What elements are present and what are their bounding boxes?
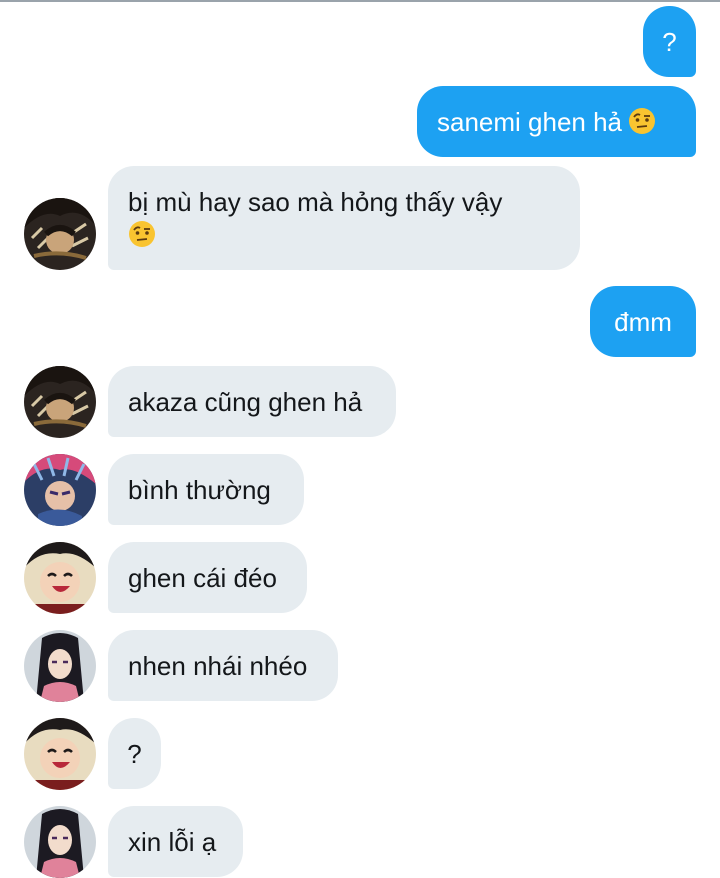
message-text: xin lỗi ạ — [128, 827, 217, 857]
incoming-message-bubble[interactable]: akaza cũng ghen hả — [108, 366, 396, 437]
avatar-pink-haired-character[interactable] — [24, 454, 96, 526]
incoming-message-bubble[interactable]: xin lỗi ạ — [108, 806, 243, 877]
incoming-message-bubble[interactable]: nhen nhái nhéo — [108, 630, 338, 701]
avatar-laughing-character[interactable] — [24, 542, 96, 614]
message-text: bị mù hay sao mà hỏng thấy vậy — [128, 187, 503, 217]
face-with-raised-eyebrow-icon — [629, 108, 656, 134]
message-text: ? — [127, 739, 142, 769]
message-text: nhen nhái nhéo — [128, 651, 308, 681]
message-text: đmm — [614, 307, 672, 337]
avatar-dark-haired-character[interactable] — [24, 198, 96, 270]
incoming-message-bubble[interactable]: ? — [108, 718, 161, 789]
message-text: ghen cái đéo — [128, 563, 277, 593]
outgoing-message-bubble[interactable]: đmm — [590, 286, 696, 357]
top-divider — [0, 0, 720, 2]
face-with-raised-eyebrow-icon — [129, 221, 155, 247]
message-text: bình thường — [128, 475, 271, 505]
incoming-message-bubble[interactable]: bình thường — [108, 454, 304, 525]
incoming-message-bubble[interactable]: ghen cái đéo — [108, 542, 307, 613]
avatar-laughing-character[interactable] — [24, 718, 96, 790]
avatar-long-haired-girl[interactable] — [24, 806, 96, 878]
outgoing-message-bubble[interactable]: ? — [643, 6, 696, 77]
outgoing-message-bubble[interactable]: sanemi ghen hả — [417, 86, 696, 157]
avatar-long-haired-girl[interactable] — [24, 630, 96, 702]
message-text: sanemi ghen hả — [437, 107, 623, 137]
message-text: akaza cũng ghen hả — [128, 387, 363, 417]
avatar-dark-haired-character[interactable] — [24, 366, 96, 438]
incoming-message-bubble[interactable]: bị mù hay sao mà hỏng thấy vậy — [108, 166, 580, 270]
message-text: ? — [662, 27, 677, 57]
